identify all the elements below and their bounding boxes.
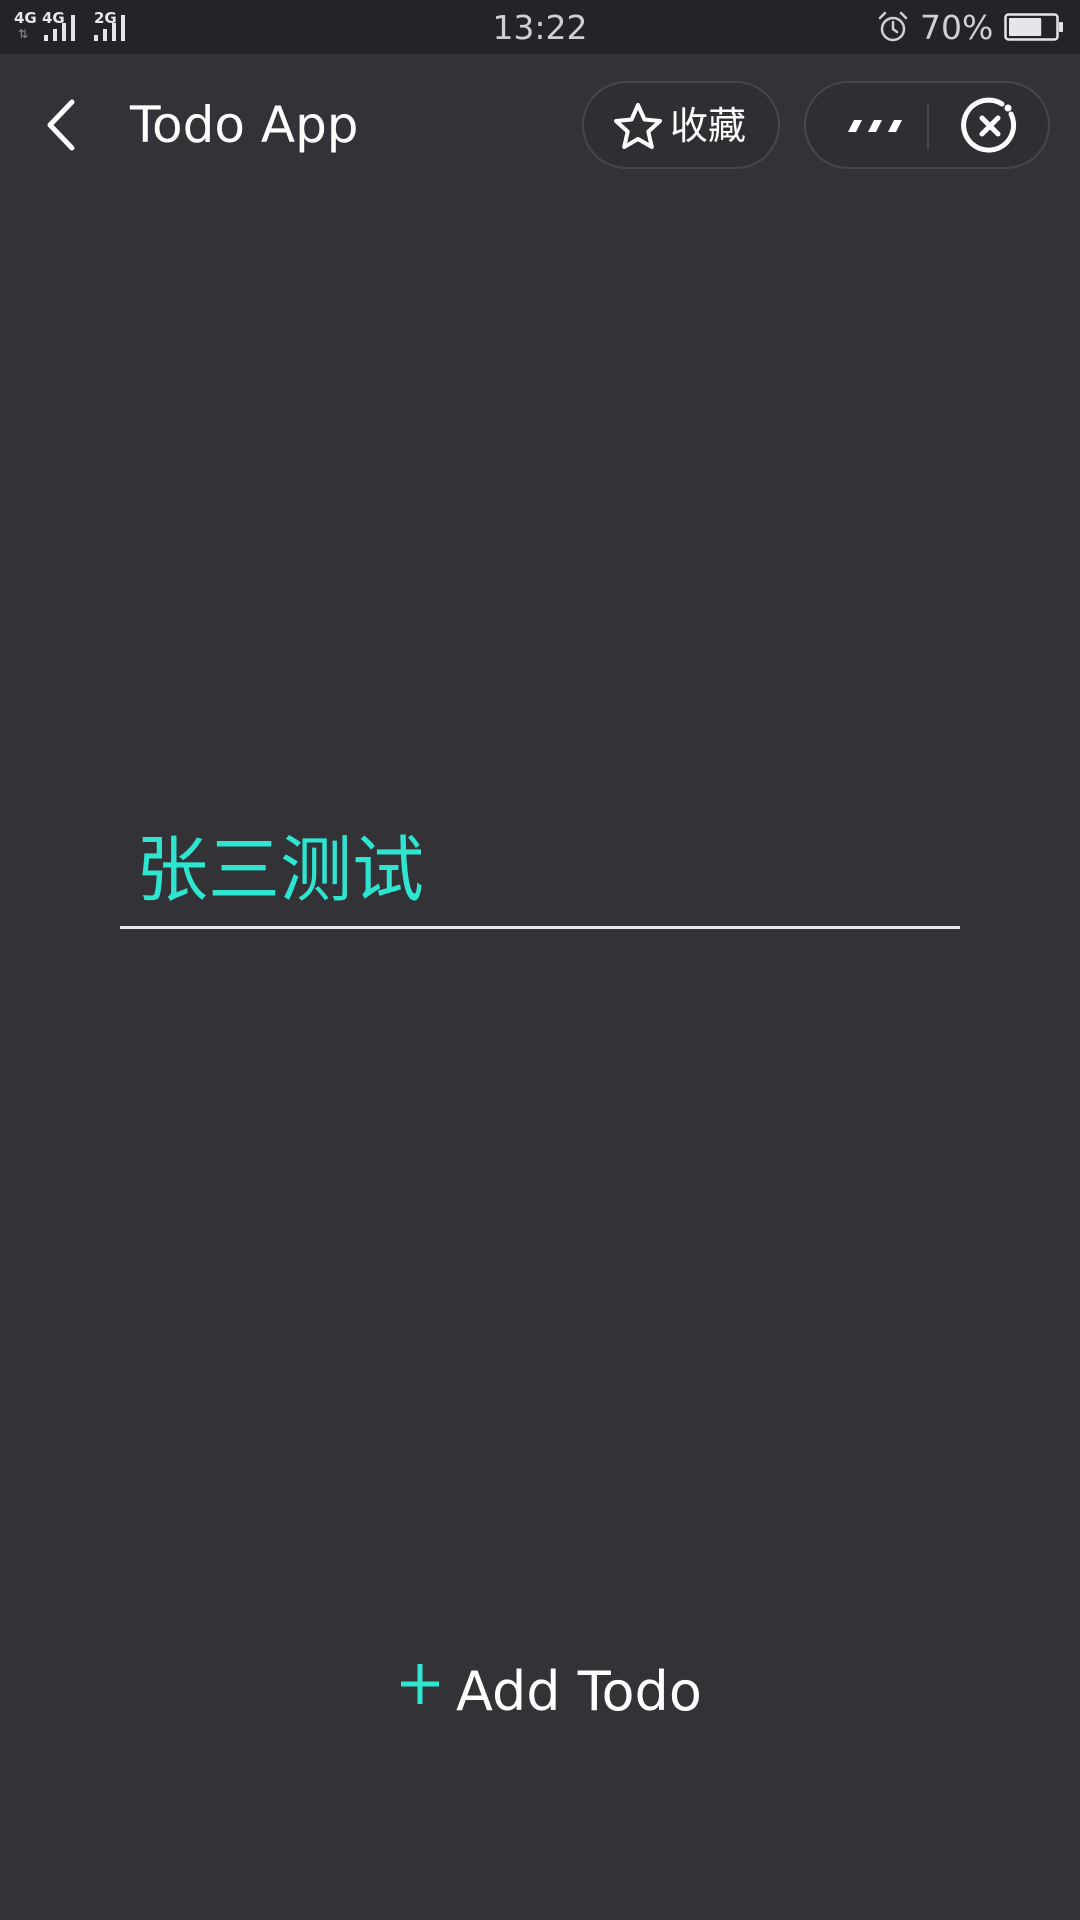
plus-icon bbox=[401, 1664, 439, 1704]
back-chevron-icon[interactable] bbox=[40, 98, 84, 152]
close-circle-icon[interactable] bbox=[961, 97, 1019, 155]
app-screen: 4G ⇅ 4G 2G 13:22 70% Todo App 收藏 张三测试 Ad… bbox=[0, 0, 1080, 1920]
battery-percent: 70% bbox=[920, 8, 994, 47]
capsule-divider bbox=[927, 103, 929, 149]
status-bar: 4G ⇅ 4G 2G 13:22 70% bbox=[0, 0, 1080, 54]
battery-icon bbox=[1004, 13, 1063, 41]
todo-input-value[interactable]: 张三测试 bbox=[136, 824, 424, 916]
todo-input-field[interactable]: 张三测试 bbox=[120, 820, 960, 929]
alarm-clock-icon bbox=[878, 11, 908, 42]
mini-program-capsule bbox=[804, 81, 1050, 169]
navigation-bar: Todo App 收藏 bbox=[0, 54, 1080, 194]
add-todo-button[interactable]: Add Todo bbox=[396, 1652, 702, 1732]
star-icon bbox=[614, 103, 662, 149]
more-dots-icon[interactable] bbox=[844, 113, 906, 139]
favorite-label: 收藏 bbox=[670, 104, 747, 148]
add-todo-label: Add Todo bbox=[456, 1660, 702, 1723]
page-title: Todo App bbox=[130, 96, 359, 154]
favorite-button[interactable]: 收藏 bbox=[582, 81, 780, 169]
status-time: 13:22 bbox=[492, 8, 588, 47]
